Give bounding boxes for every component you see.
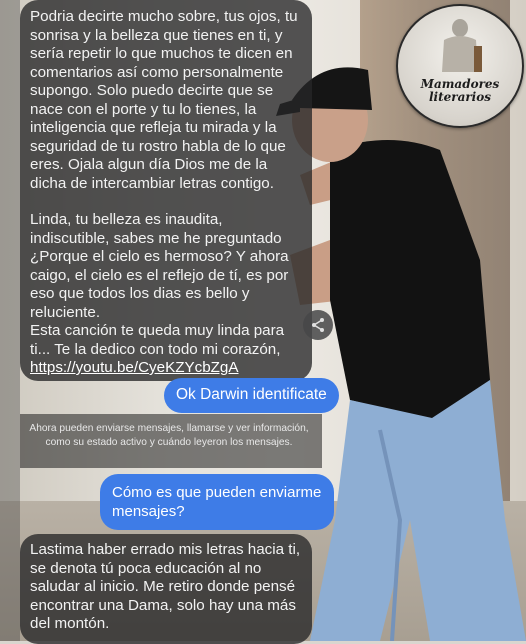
system-notice: Ahora pueden enviarse mensajes, llamarse… bbox=[29, 423, 309, 448]
share-button[interactable] bbox=[303, 310, 333, 340]
youtube-link[interactable]: https://youtu.be/CyeKZYcbZgA bbox=[30, 359, 239, 376]
received-message-2[interactable]: Lastima haber errado mis letras hacia ti… bbox=[20, 534, 312, 644]
sent-message-1[interactable]: Ok Darwin identificate bbox=[164, 378, 339, 413]
sent-message-2[interactable]: Cómo es que pueden enviarme mensajes? bbox=[100, 474, 334, 530]
message-paragraph-2: Linda, tu belleza es inaudita, indiscuti… bbox=[30, 211, 289, 321]
message-paragraph-1: Podria decirte mucho sobre, tus ojos, tu… bbox=[30, 8, 298, 192]
left-shade bbox=[0, 0, 20, 641]
chat-thread: Podria decirte mucho sobre, tus ojos, tu… bbox=[0, 0, 526, 644]
message-paragraph-3: Esta canción te queda muy linda para ti.… bbox=[30, 322, 285, 358]
received-message-1[interactable]: Podria decirte mucho sobre, tus ojos, tu… bbox=[20, 0, 312, 381]
share-icon bbox=[312, 318, 324, 332]
